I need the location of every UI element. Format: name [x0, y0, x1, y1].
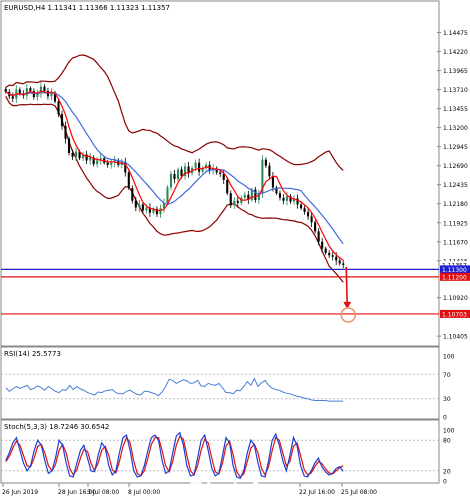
candle-body [317, 231, 320, 242]
candle-body [138, 204, 141, 208]
candle-body [180, 169, 183, 177]
y-tick-label: 1.13455 [443, 106, 468, 113]
candle-body [226, 179, 229, 194]
y-tick-label: 1.10405 [443, 334, 468, 341]
candle-body [268, 165, 271, 177]
rsi-title: RSI(14) 25.5773 [4, 350, 61, 358]
rsi-tick-label: 70 [443, 372, 451, 379]
chart-svg: 1.14475 1.14220 1.13965 1.13710 1.13455 1.132… [0, 0, 470, 500]
candle-body [321, 241, 324, 249]
candle-body [229, 193, 232, 206]
stoch-tick-label: 100 [443, 428, 455, 435]
candle-body [307, 211, 310, 217]
candle-body [194, 162, 197, 168]
watermark-text: instaforex [206, 479, 299, 498]
y-tick-label: 1.12945 [443, 144, 468, 151]
y-tick-label: 1.13710 [443, 87, 468, 94]
x-tick-label: 26 Jun 2019 [2, 489, 38, 496]
candle-body [159, 208, 162, 215]
candle-body [243, 194, 246, 198]
x-tick-label: 22 Jul 16:00 [299, 489, 335, 496]
chart-root: 1.14475 1.14220 1.13965 1.13710 1.13455 1.132… [0, 0, 470, 500]
candle-body [342, 263, 345, 265]
candle-body [18, 89, 21, 94]
candle-body [303, 208, 306, 212]
x-tick-label: 3 Jul 08:00 [87, 489, 119, 496]
stoch-tick-label: 20 [443, 468, 451, 475]
candle-body [145, 207, 148, 211]
candle-body [314, 222, 317, 232]
candle-body [169, 173, 173, 188]
candle-body [57, 101, 60, 115]
candle-body [331, 255, 334, 257]
candle-body [110, 162, 113, 165]
y-tick-label: 1.10920 [443, 295, 468, 302]
candle-body [71, 153, 74, 157]
candle-body [11, 96, 14, 99]
candle-body [176, 169, 180, 180]
candle-body [173, 173, 176, 180]
candle-body [29, 88, 32, 92]
candle-body [141, 204, 144, 211]
y-tick-label: 1.14220 [443, 49, 468, 56]
candle-body [300, 204, 303, 209]
y-tick-label: 1.11925 [443, 220, 468, 227]
main-title: EURUSD,H4 1.11341 1.11366 1.11323 1.1135… [4, 4, 170, 12]
candle-body [310, 216, 313, 223]
y-tick-label: 1.14475 [443, 30, 468, 37]
candle-body [264, 159, 267, 166]
candle-body [254, 189, 257, 201]
y-tick-label: 1.12690 [443, 163, 468, 170]
candle-body [25, 88, 28, 96]
candle-body [134, 200, 137, 208]
y-tick-label: 1.13965 [443, 68, 468, 75]
candle-body [219, 172, 222, 174]
price-tag-label: 1.11300 [442, 267, 467, 274]
price-tag-label: 1.10703 [442, 311, 467, 318]
candle-body [285, 196, 289, 201]
x-tick-label: 8 Jul 00:00 [128, 489, 160, 496]
stoch-tick-label: 80 [443, 438, 451, 445]
y-tick-label: 1.12180 [443, 201, 468, 208]
candle-body [64, 126, 67, 139]
candle-body [166, 187, 169, 203]
candle-body [60, 114, 64, 127]
candle-body [335, 256, 338, 261]
candle-body [67, 138, 71, 154]
candle-body [198, 162, 201, 172]
y-tick-label: 1.13200 [443, 125, 468, 132]
forecast-arrow-shaft [345, 266, 349, 306]
candle-body [278, 193, 282, 198]
candle-body [75, 151, 78, 157]
candle-body [236, 200, 239, 203]
candle-body [324, 248, 327, 253]
candle-body [106, 162, 109, 165]
candle-body [4, 88, 7, 92]
candle-body [338, 260, 341, 264]
candle-body [271, 176, 274, 188]
candle-body [282, 197, 285, 201]
stochastic-title: Stoch(5,3,3) 18.7246 30.6542 [4, 423, 109, 431]
rsi-tick-label: 0 [443, 415, 447, 422]
stoch-tick-label: 0 [443, 479, 447, 486]
candle-body [233, 200, 236, 206]
candle-body [127, 172, 130, 189]
candle-body [96, 160, 99, 165]
rsi-tick-label: 30 [443, 396, 451, 403]
price-tag-label: 1.11200 [442, 274, 467, 281]
candle-body [89, 157, 92, 161]
y-tick-label: 1.12435 [443, 182, 468, 189]
candle-body [131, 188, 134, 201]
candle-body [328, 252, 331, 256]
y-tick-label: 1.11670 [443, 239, 468, 246]
x-tick-label: 25 Jul 08:00 [341, 489, 377, 496]
candle-body [43, 86, 46, 92]
rsi-tick-label: 100 [443, 354, 455, 361]
